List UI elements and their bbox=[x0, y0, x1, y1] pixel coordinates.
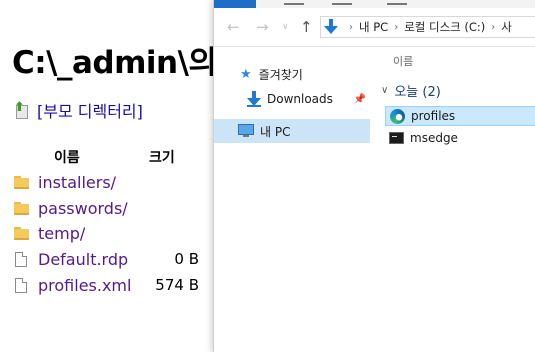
nav-item-downloads[interactable]: Downloads 📌 bbox=[214, 87, 370, 111]
breadcrumb-this-pc[interactable]: 내 PC bbox=[359, 19, 388, 35]
pin-icon[interactable]: 📌 bbox=[354, 94, 366, 105]
back-arrow-icon[interactable]: ← bbox=[227, 19, 240, 35]
group-label: 오늘 (2) bbox=[394, 85, 441, 100]
nav-item-label: 내 PC bbox=[260, 124, 291, 139]
file-size: 574 B bbox=[155, 276, 199, 294]
entry-link[interactable]: profiles.xml bbox=[38, 276, 131, 295]
file-icon bbox=[15, 251, 27, 267]
folder-icon bbox=[14, 175, 29, 189]
list-item[interactable]: installers/ bbox=[14, 171, 214, 193]
address-bar[interactable]: › 내 PC › 로컬 디스크 (C:) › 사 bbox=[320, 16, 535, 38]
file-name: msedge bbox=[410, 131, 458, 145]
cmd-icon bbox=[389, 132, 404, 144]
star-icon: ★ bbox=[240, 66, 252, 82]
address-row: ← → ∨ ↑ › 내 PC › 로컬 디스크 (C:) › 사 bbox=[214, 8, 535, 47]
entry-link[interactable]: installers/ bbox=[38, 173, 116, 192]
column-header-size[interactable]: 크기 bbox=[149, 147, 175, 167]
nav-item-quick-access[interactable]: ★ 즐겨찾기 bbox=[214, 62, 370, 86]
entry-link[interactable]: Default.rdp bbox=[38, 250, 128, 269]
file-row-msedge[interactable]: msedge bbox=[385, 128, 535, 148]
breadcrumb-separator-icon: › bbox=[394, 21, 399, 33]
list-item[interactable]: temp/ bbox=[14, 222, 214, 244]
up-arrow-icon[interactable]: ↑ bbox=[300, 19, 313, 35]
file-row-profiles[interactable]: profiles bbox=[385, 106, 535, 126]
column-header-name[interactable]: 이름 bbox=[393, 53, 413, 69]
nav-item-label: 즐겨찾기 bbox=[258, 67, 303, 82]
folder-icon bbox=[14, 201, 29, 215]
list-item[interactable]: passwords/ bbox=[14, 197, 214, 219]
parent-directory-link[interactable]: [부모 디렉터리] bbox=[37, 98, 143, 122]
list-item[interactable]: Default.rdp 0 B bbox=[14, 248, 214, 270]
file-size: 0 B bbox=[174, 250, 199, 268]
breadcrumb-separator-icon: › bbox=[349, 21, 353, 33]
list-item[interactable]: profiles.xml 574 B bbox=[14, 274, 214, 296]
column-header-name[interactable]: 이름 bbox=[54, 147, 80, 167]
file-explorer-window: ← → ∨ ↑ › 내 PC › 로컬 디스크 (C:) › 사 ★ 즐겨찾기 … bbox=[213, 0, 535, 352]
up-folder-icon: ⬆ bbox=[14, 101, 28, 119]
breadcrumb-separator-icon: › bbox=[491, 21, 496, 33]
edge-icon bbox=[390, 108, 405, 124]
breadcrumb-local-disk[interactable]: 로컬 디스크 (C:) bbox=[404, 19, 485, 35]
forward-arrow-icon[interactable]: → bbox=[256, 19, 269, 35]
chevron-down-icon[interactable]: ∨ bbox=[381, 85, 388, 96]
ribbon-tabs bbox=[214, 0, 535, 8]
file-name: profiles bbox=[411, 109, 456, 123]
entry-link[interactable]: temp/ bbox=[38, 224, 85, 243]
nav-item-label: Downloads bbox=[267, 92, 333, 106]
computer-icon bbox=[238, 124, 254, 138]
recent-dropdown-icon[interactable]: ∨ bbox=[282, 19, 289, 35]
tab-home[interactable] bbox=[284, 0, 304, 8]
group-header-today[interactable]: ∨ 오늘 (2) bbox=[381, 81, 441, 100]
download-arrow-icon bbox=[323, 18, 339, 36]
file-list: 이름 ∨ 오늘 (2) profiles msedge bbox=[379, 47, 535, 352]
download-arrow-icon bbox=[247, 91, 261, 107]
nav-item-this-pc[interactable]: 내 PC bbox=[214, 119, 370, 143]
parent-directory-row[interactable]: ⬆ [부모 디렉터리] bbox=[14, 98, 143, 122]
breadcrumb-users[interactable]: 사 bbox=[501, 19, 512, 35]
tab-file[interactable] bbox=[214, 0, 256, 8]
entry-link[interactable]: passwords/ bbox=[38, 199, 128, 218]
tab-view[interactable] bbox=[387, 0, 407, 8]
file-icon bbox=[15, 277, 27, 293]
page-title: C:\_admin\의 bbox=[12, 45, 217, 81]
tab-share[interactable] bbox=[332, 0, 352, 8]
navigation-pane: ★ 즐겨찾기 Downloads 📌 내 PC bbox=[214, 47, 370, 352]
folder-icon bbox=[14, 226, 29, 240]
